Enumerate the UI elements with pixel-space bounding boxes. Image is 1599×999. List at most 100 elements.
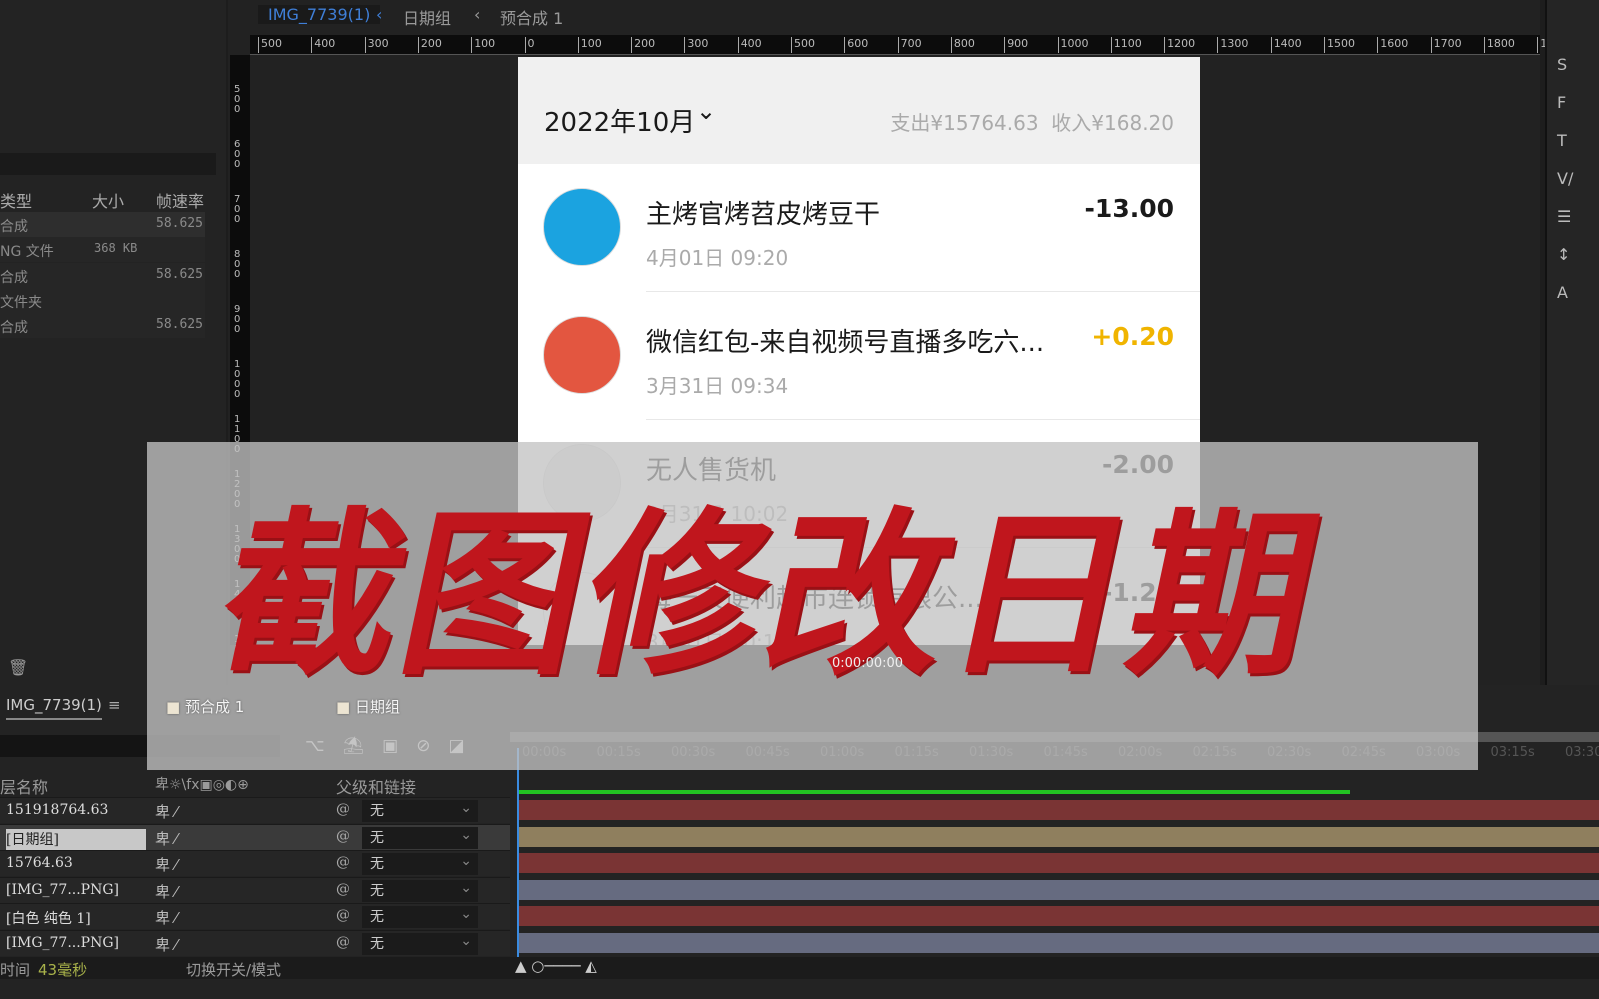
project-search-input[interactable] bbox=[0, 153, 216, 175]
ruler-tick-label: 1200 bbox=[1164, 37, 1195, 53]
menu-icon[interactable]: ≡ bbox=[108, 696, 121, 714]
layer-duration-bar[interactable] bbox=[518, 826, 1599, 847]
ruler-tick-label: 1400 bbox=[1270, 37, 1302, 53]
tab-comp-precomp[interactable]: 预合成 1 bbox=[500, 5, 563, 29]
transaction-item[interactable]: 主烤官烤苕皮烤豆干 4月01日 09:20 -13.00 bbox=[518, 164, 1200, 292]
layer-name-header[interactable]: 层名称 bbox=[0, 774, 48, 798]
layer-switches[interactable]: 卑 ⁄ bbox=[155, 854, 177, 875]
ruler-tick-label: 500 bbox=[791, 37, 815, 53]
item-fps: 58.625 bbox=[156, 216, 203, 231]
layer-row[interactable]: 15764.63 卑 ⁄ @ 无 ⌄ bbox=[0, 850, 510, 876]
item-type: 合成 bbox=[0, 219, 28, 235]
timeline-tab-date[interactable]: ■ 日期组 bbox=[336, 696, 400, 717]
layer-duration-bar[interactable] bbox=[518, 932, 1599, 953]
ruler-tick-label: 800 bbox=[234, 249, 241, 280]
overlay-title: 截图修改日期 bbox=[202, 490, 1340, 699]
parent-dropdown[interactable]: 无 ⌄ bbox=[362, 826, 478, 849]
merchant-avatar bbox=[543, 188, 621, 266]
month-selector[interactable]: 2022年10月 bbox=[544, 102, 695, 139]
timeline-tab-img[interactable]: IMG_7739(1) bbox=[6, 696, 102, 720]
pickwhip-icon[interactable]: @ bbox=[336, 801, 350, 817]
layer-name[interactable]: 15764.63 bbox=[6, 855, 146, 877]
layer-duration-bar[interactable] bbox=[518, 906, 1599, 926]
parent-dropdown[interactable]: 无 ⌄ bbox=[362, 853, 478, 875]
layer-name[interactable]: 151918764.63 bbox=[6, 802, 146, 824]
viewer-timecode[interactable]: 0:00:00:00 bbox=[832, 656, 903, 671]
chevron-down-icon: ⌄ bbox=[460, 879, 472, 896]
ruler-tick-label: 1000 bbox=[1057, 37, 1089, 53]
project-item[interactable]: 合成 58.625 bbox=[0, 212, 205, 237]
ruler-tick-label: 600 bbox=[234, 139, 241, 170]
layer-switches[interactable]: 卑 ⁄ bbox=[155, 881, 177, 902]
layer-name[interactable]: [IMG_77...PNG] bbox=[6, 882, 146, 904]
project-item[interactable]: 合成 58.625 bbox=[0, 313, 205, 339]
char-panel-control[interactable]: A bbox=[1557, 283, 1568, 302]
tab-comp-img[interactable]: IMG_7739(1) bbox=[258, 5, 381, 24]
pickwhip-icon[interactable]: @ bbox=[336, 854, 350, 870]
project-item[interactable]: 文件夹 bbox=[0, 287, 205, 313]
ruler-tick-label: 300 bbox=[684, 37, 708, 53]
layer-switches[interactable]: 卑 ⁄ bbox=[155, 801, 177, 822]
ruler-tick-label: 1600 bbox=[1377, 37, 1408, 53]
pickwhip-icon[interactable]: @ bbox=[336, 828, 350, 844]
char-panel-control[interactable]: T bbox=[1557, 131, 1567, 150]
item-size: 368 KB bbox=[94, 241, 138, 256]
layer-switches[interactable]: 卑 ⁄ bbox=[155, 907, 177, 928]
transaction-item[interactable]: 微信红包-来自视频号直播多吃六... 3月31日 09:34 +0.20 bbox=[518, 292, 1200, 420]
ruler-tick-label: 1700 bbox=[1430, 37, 1462, 53]
layer-name[interactable]: [白色 纯色 1] bbox=[6, 908, 146, 930]
layer-duration-bar[interactable] bbox=[518, 800, 1599, 820]
pickwhip-icon[interactable]: @ bbox=[336, 881, 350, 897]
col-size[interactable]: 大小 bbox=[92, 188, 124, 212]
col-type[interactable]: 类型 bbox=[0, 188, 32, 212]
ruler-tick-label: 600 bbox=[844, 37, 868, 53]
switch-header: 卑☼\fx▣◎◐⊕ bbox=[155, 777, 249, 793]
timeline-tab-precomp[interactable]: ■ 预合成 1 bbox=[166, 696, 244, 717]
tab-comp-date[interactable]: 日期组 bbox=[403, 5, 451, 29]
ruler-tick-label: 100 bbox=[471, 37, 495, 53]
bill-summary: 支出¥15764.63 收入¥168.20 bbox=[890, 111, 1174, 135]
layer-row[interactable]: [白色 纯色 1] 卑 ⁄ @ 无 ⌄ bbox=[0, 903, 510, 929]
char-panel-control[interactable]: ↕ bbox=[1557, 245, 1570, 264]
layer-duration-bar[interactable] bbox=[518, 879, 1599, 900]
layer-switches[interactable]: 卑 ⁄ bbox=[155, 828, 177, 849]
pickwhip-icon[interactable]: @ bbox=[336, 934, 350, 950]
trash-icon[interactable]: 🗑 bbox=[8, 658, 28, 677]
toggle-switches-modes[interactable]: 切换开关/模式 bbox=[186, 959, 281, 980]
ruler-tick-label: 400 bbox=[311, 37, 335, 53]
layer-row[interactable]: [IMG_77...PNG] 卑 ⁄ @ 无 ⌄ bbox=[0, 929, 510, 957]
transaction-name: 主烤官烤苕皮烤豆干 bbox=[646, 200, 881, 230]
item-type: 文件夹 bbox=[0, 294, 42, 311]
project-item[interactable]: NG 文件 368 KB bbox=[0, 237, 205, 263]
layer-name[interactable]: [日期组] bbox=[6, 828, 146, 851]
layer-switches[interactable]: 卑 ⁄ bbox=[155, 934, 177, 955]
layer-row[interactable]: 151918764.63 卑 ⁄ @ 无 ⌄ bbox=[0, 797, 510, 823]
parent-dropdown[interactable]: 无 ⌄ bbox=[362, 932, 478, 955]
project-item[interactable]: 合成 58.625 bbox=[0, 262, 205, 288]
parent-dropdown[interactable]: 无 ⌄ bbox=[362, 879, 478, 902]
pickwhip-icon[interactable]: @ bbox=[336, 907, 350, 923]
layer-name[interactable]: [IMG_77...PNG] bbox=[6, 935, 146, 957]
char-panel-control[interactable]: ☰ bbox=[1557, 207, 1571, 226]
ruler-tick-label: 0 bbox=[524, 37, 535, 53]
char-panel-control[interactable]: S bbox=[1557, 55, 1567, 74]
playhead[interactable] bbox=[517, 748, 519, 958]
ruler-tick-label: 100 bbox=[577, 37, 602, 53]
tab-label: 日期组 bbox=[354, 698, 400, 716]
tab-label: 预合成 1 bbox=[184, 698, 245, 716]
parent-dropdown[interactable]: 无 ⌄ bbox=[362, 800, 478, 822]
render-time-value: 43毫秒 bbox=[38, 961, 88, 979]
transaction-date: 4月01日 09:20 bbox=[646, 246, 789, 270]
char-panel-control[interactable]: V/ bbox=[1557, 169, 1573, 188]
ruler-tick-label: 400 bbox=[737, 37, 762, 53]
layer-duration-bar[interactable] bbox=[518, 853, 1599, 873]
char-panel-control[interactable]: F bbox=[1557, 93, 1566, 112]
layer-row[interactable]: [日期组] 卑 ⁄ @ 无 ⌄ bbox=[0, 823, 510, 851]
layer-row[interactable]: [IMG_77...PNG] 卑 ⁄ @ 无 ⌄ bbox=[0, 876, 510, 904]
parent-header[interactable]: 父级和链接 bbox=[336, 774, 416, 798]
parent-dropdown[interactable]: 无 ⌄ bbox=[362, 906, 478, 928]
zoom-out-icon[interactable]: ▲ ○──── ◭ bbox=[515, 957, 597, 975]
time-tick-label: 03:15s bbox=[1490, 745, 1535, 760]
col-fps[interactable]: 帧速率 bbox=[156, 188, 204, 212]
ruler-tick-label: 500 bbox=[234, 84, 241, 115]
